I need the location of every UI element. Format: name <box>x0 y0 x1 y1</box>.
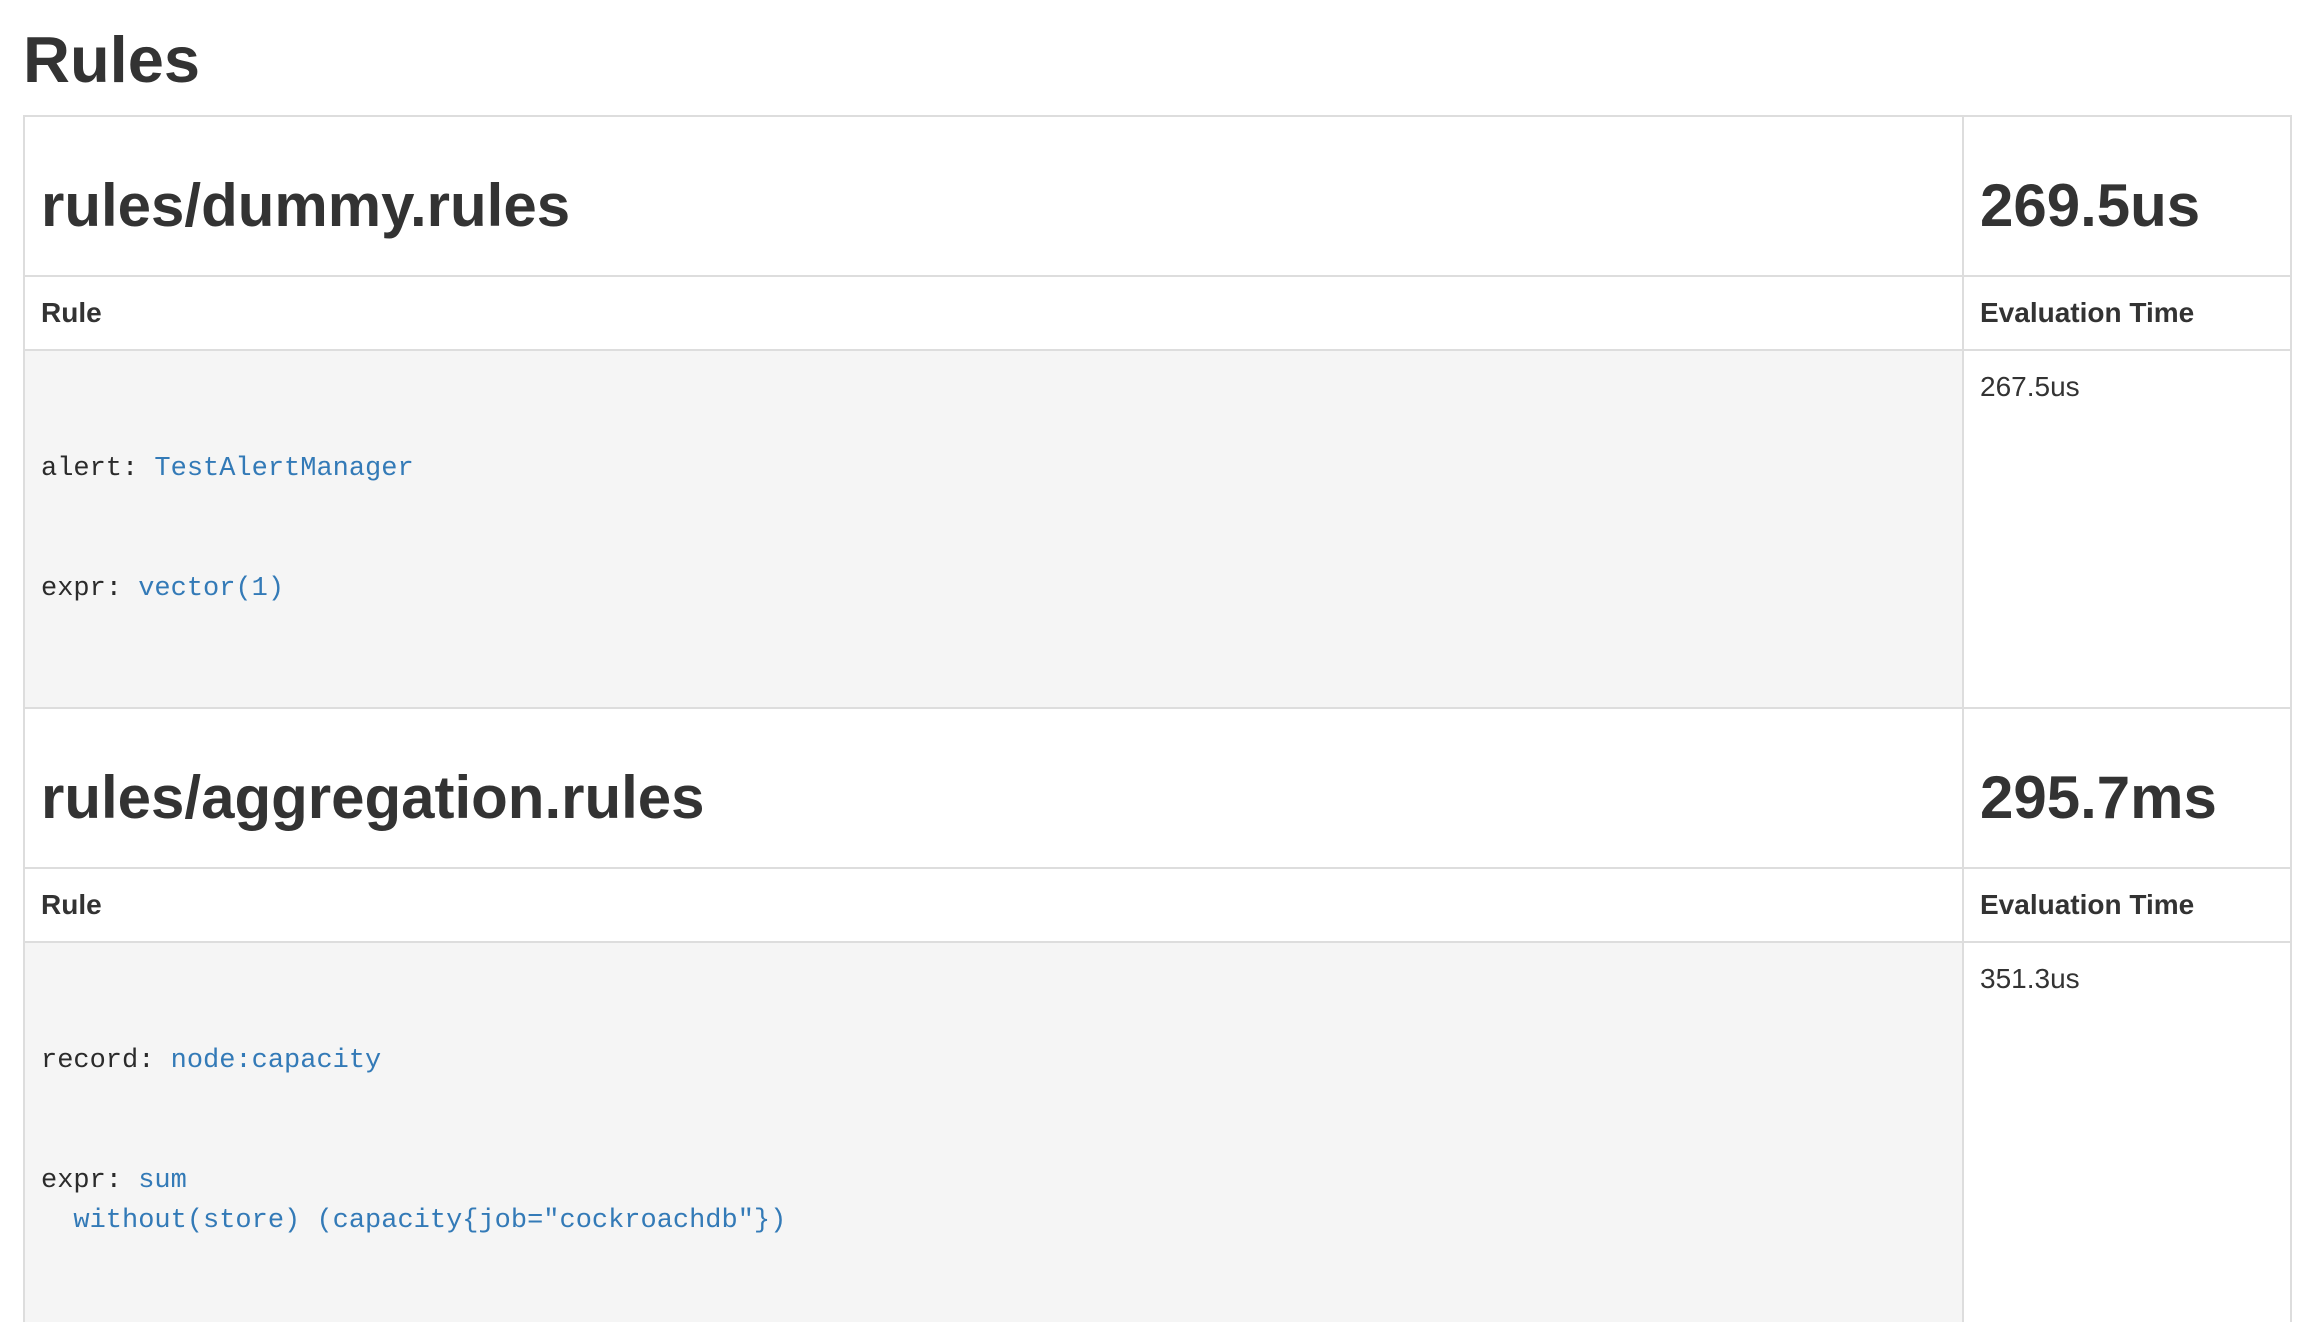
col-header-eval-time: Evaluation Time <box>1963 868 2291 942</box>
page-title: Rules <box>23 24 2293 96</box>
column-header-row: Rule Evaluation Time <box>24 868 2291 942</box>
group-eval-total: 295.7ms <box>1980 765 2274 831</box>
rule-keyword: alert: <box>41 454 154 484</box>
rule-cell: alert: TestAlertManager expr: vector(1) <box>24 350 1963 708</box>
rule-line-expr: expr: vector(1) <box>41 569 1946 609</box>
rule-keyword: expr: <box>41 574 138 604</box>
rules-table: rules/dummy.rules 269.5us Rule Evaluatio… <box>23 115 2292 1322</box>
group-file-name: rules/aggregation.rules <box>41 765 1946 831</box>
rule-row: alert: TestAlertManager expr: vector(1) … <box>24 350 2291 708</box>
expr-link[interactable]: sum without(store) (capacity{job="cockro… <box>41 1166 786 1236</box>
rule-line-record: record: node:capacity <box>41 1041 1946 1081</box>
col-header-rule: Rule <box>24 276 1963 350</box>
rule-keyword: record: <box>41 1046 171 1076</box>
rule-row: record: node:capacity expr: sum without(… <box>24 942 2291 1322</box>
rule-name-link[interactable]: TestAlertManager <box>154 454 413 484</box>
col-header-eval-time: Evaluation Time <box>1963 276 2291 350</box>
column-header-row: Rule Evaluation Time <box>24 276 2291 350</box>
group-eval-total: 269.5us <box>1980 173 2274 239</box>
expr-link[interactable]: vector(1) <box>138 574 284 604</box>
rule-line-expr: expr: sum without(store) (capacity{job="… <box>41 1161 1946 1241</box>
group-heading-row: rules/aggregation.rules 295.7ms <box>24 708 2291 868</box>
group-file-name: rules/dummy.rules <box>41 173 1946 239</box>
rule-keyword: expr: <box>41 1166 138 1196</box>
col-header-rule: Rule <box>24 868 1963 942</box>
eval-time-value: 267.5us <box>1963 350 2291 708</box>
rule-cell: record: node:capacity expr: sum without(… <box>24 942 1963 1322</box>
rule-line-alert: alert: TestAlertManager <box>41 449 1946 489</box>
eval-time-value: 351.3us <box>1963 942 2291 1322</box>
rules-page: Rules rules/dummy.rules 269.5us Rule Eva… <box>0 0 2316 1322</box>
rule-name-link[interactable]: node:capacity <box>171 1046 382 1076</box>
group-heading-row: rules/dummy.rules 269.5us <box>24 116 2291 276</box>
